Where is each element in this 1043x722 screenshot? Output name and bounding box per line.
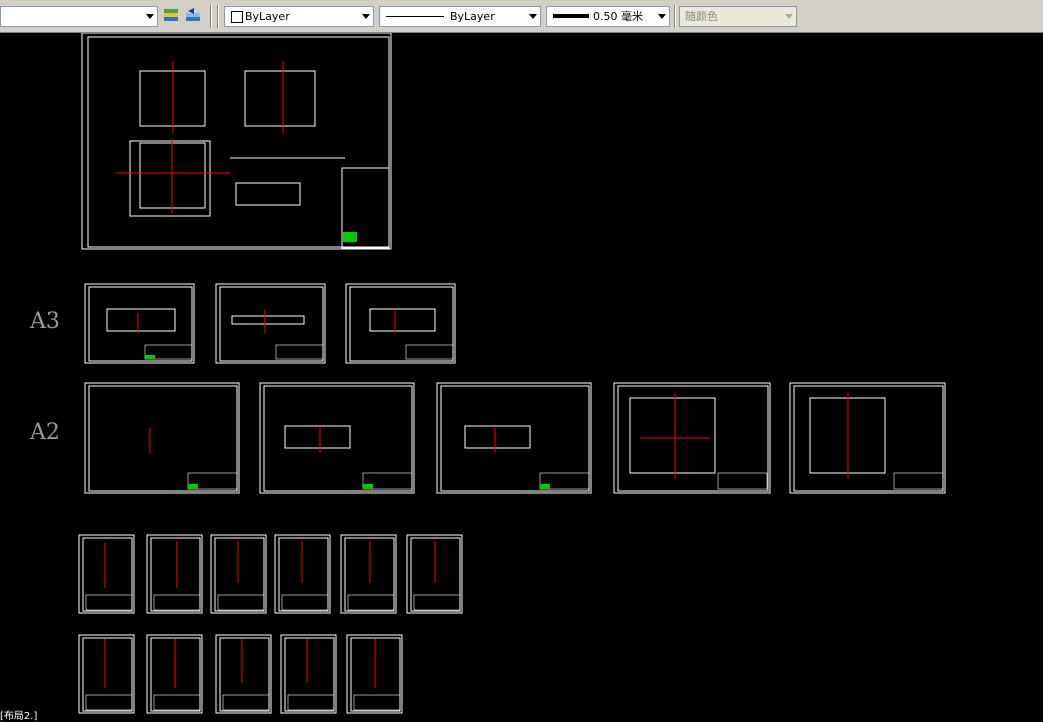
properties-toolbar: ByLayer ByLayer 0.50 毫米 随颜色 — [0, 0, 1043, 33]
color-combo-value: ByLayer — [245, 10, 290, 23]
color-combo[interactable]: ByLayer — [224, 6, 374, 27]
linetype-preview-icon — [386, 16, 444, 17]
a4-drawing-sheets-row-1 — [78, 534, 463, 614]
layout-tab[interactable]: [布局2.] — [0, 712, 38, 722]
titleblock-accents — [145, 232, 550, 489]
linetype-combo[interactable]: ByLayer — [379, 6, 541, 27]
center-lines — [104, 61, 849, 688]
toolbar-separator — [217, 5, 219, 28]
assembly-drawing-sheet — [81, 33, 392, 250]
toolbar-separator — [674, 5, 676, 28]
layer-combo[interactable] — [0, 6, 158, 27]
linetype-combo-value: ByLayer — [450, 10, 495, 23]
plotstyle-combo[interactable]: 随颜色 — [679, 6, 797, 27]
drawing-canvas[interactable]: A3 A2 — [0, 33, 1043, 722]
a2-drawing-sheets — [84, 382, 946, 494]
sheet-size-label-a3: A3 — [30, 309, 60, 334]
chevron-down-icon[interactable] — [658, 14, 666, 19]
lineweight-combo-value: 0.50 毫米 — [593, 10, 643, 23]
toolbar-separator — [210, 5, 212, 28]
layer-stack-icon[interactable] — [162, 7, 180, 25]
model-space-drawings — [78, 33, 946, 714]
chevron-down-icon[interactable] — [529, 14, 537, 19]
chevron-down-icon[interactable] — [146, 14, 154, 19]
lineweight-preview-icon — [553, 14, 589, 18]
a4-drawing-sheets-row-2 — [78, 634, 403, 714]
color-swatch-icon — [231, 11, 243, 23]
a3-drawing-sheets — [84, 283, 456, 364]
title-blocks — [85, 344, 944, 711]
chevron-down-icon[interactable] — [785, 14, 793, 19]
sheet-size-label-a2: A2 — [30, 420, 60, 445]
layer-previous-icon[interactable] — [184, 7, 202, 25]
lineweight-combo[interactable]: 0.50 毫米 — [546, 6, 670, 27]
plotstyle-combo-value: 随颜色 — [685, 10, 718, 23]
chevron-down-icon[interactable] — [362, 14, 370, 19]
